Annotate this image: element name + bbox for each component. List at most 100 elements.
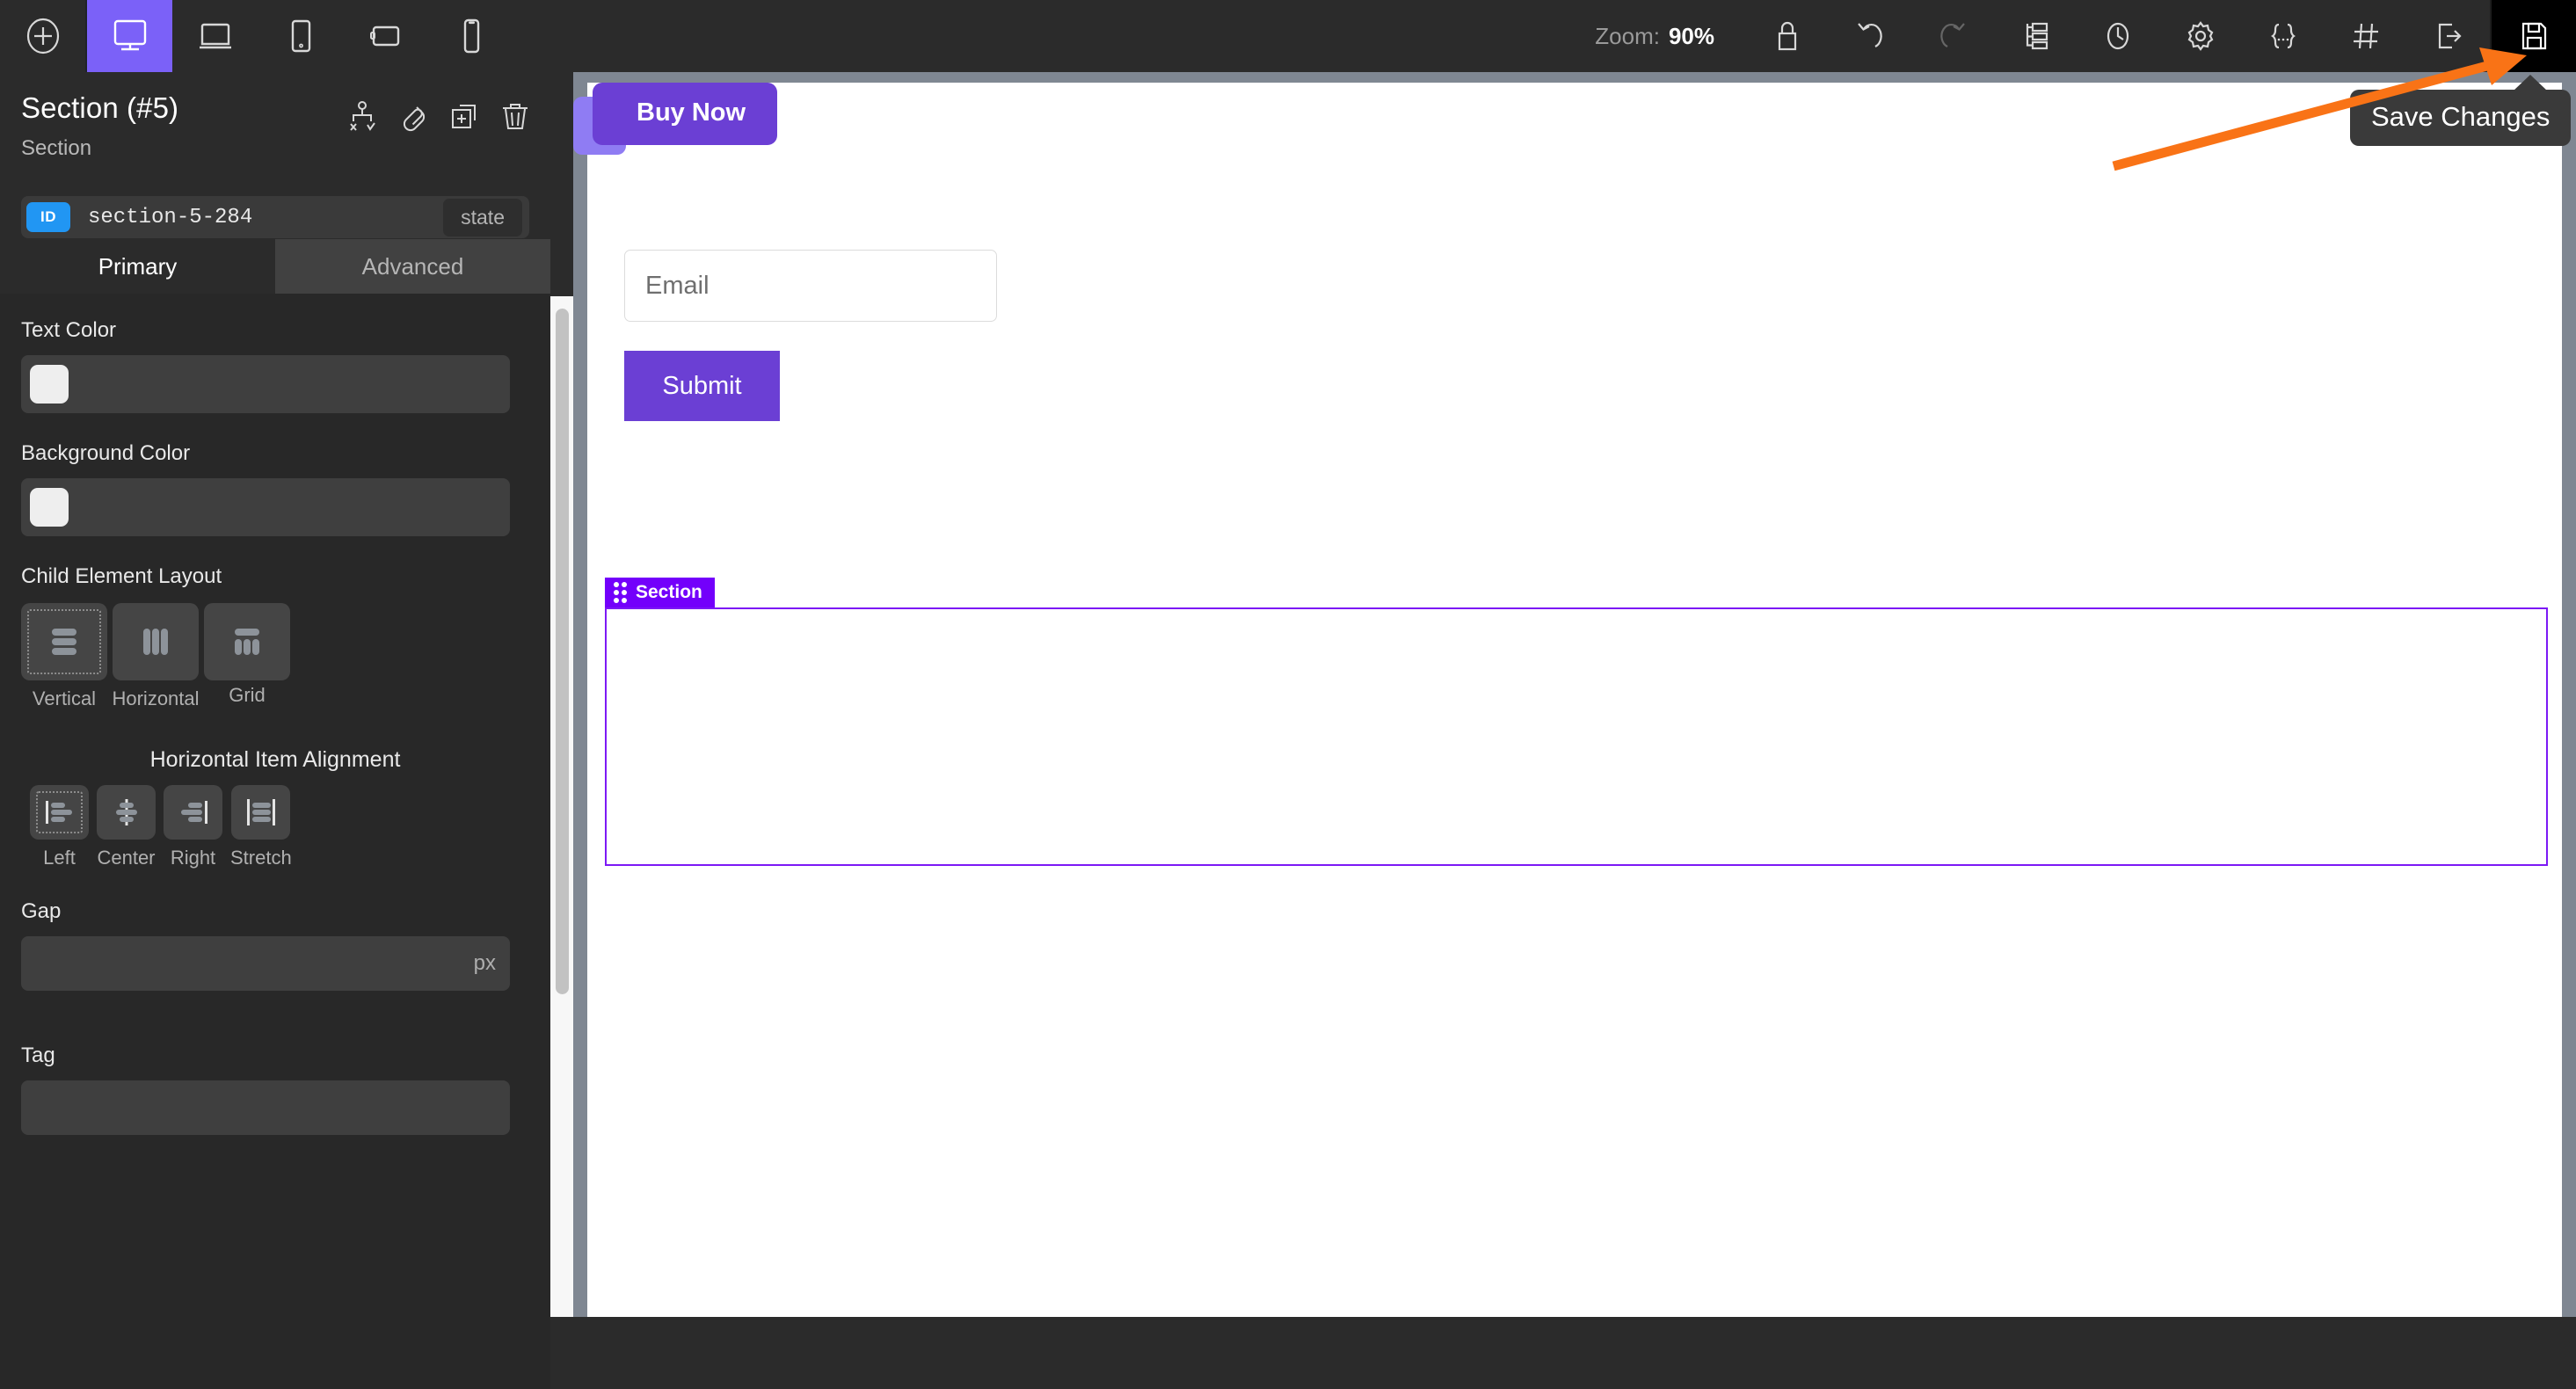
undo-button[interactable]	[1829, 0, 1911, 72]
background-color-field[interactable]	[21, 478, 510, 536]
toolbar-right-group: Zoom: 90%	[1595, 0, 2576, 72]
history-button[interactable]	[2077, 0, 2159, 72]
email-input[interactable]: Email	[624, 250, 997, 322]
layout-grid-box[interactable]	[204, 603, 290, 680]
redo-button[interactable]	[1911, 0, 1994, 72]
drag-handle-icon[interactable]	[614, 582, 627, 603]
toolbar-left-group	[0, 0, 513, 72]
lock-button[interactable]	[1746, 0, 1829, 72]
conditions-button[interactable]	[346, 100, 378, 132]
align-option-right[interactable]: Right	[164, 785, 222, 869]
align-left-icon	[45, 801, 72, 824]
section-badge[interactable]: Section	[605, 578, 715, 607]
undo-icon	[1858, 23, 1882, 47]
link-button[interactable]	[397, 100, 429, 132]
element-id-row[interactable]: ID section-5-284 state	[21, 196, 529, 238]
panel-content: Text Color Background Color Child Elemen…	[0, 294, 550, 1389]
delete-button[interactable]	[499, 100, 531, 132]
align-left-box[interactable]	[30, 785, 89, 840]
panel-header: Section (#5) Section ID section-5-284 st…	[0, 72, 550, 238]
align-center-box[interactable]	[97, 785, 156, 840]
background-color-label: Background Color	[21, 441, 191, 465]
settings-button[interactable]	[2159, 0, 2242, 72]
save-changes-tooltip: Save Changes	[2350, 75, 2572, 146]
align-stretch-box[interactable]	[231, 785, 291, 840]
layers-button[interactable]	[1994, 0, 2077, 72]
submit-button[interactable]: Submit	[624, 351, 780, 421]
code-braces-icon	[2271, 23, 2296, 49]
tooltip-label: Save Changes	[2371, 101, 2551, 132]
align-center-icon	[115, 799, 137, 825]
layout-horizontal-box[interactable]	[113, 603, 199, 680]
export-icon	[2438, 23, 2462, 49]
device-mobile-button[interactable]	[428, 0, 513, 72]
align-left-label: Left	[43, 847, 76, 869]
background-color-swatch[interactable]	[30, 488, 69, 527]
zoom-indicator[interactable]: Zoom: 90%	[1595, 23, 1746, 50]
save-button[interactable]	[2492, 0, 2576, 72]
align-option-center[interactable]: Center	[97, 785, 156, 869]
text-color-swatch[interactable]	[30, 365, 69, 404]
align-center-label: Center	[97, 847, 156, 869]
panel-tabs: Primary Advanced	[0, 239, 550, 294]
layout-vertical-box[interactable]	[21, 603, 107, 680]
layout-option-horizontal[interactable]: Horizontal	[112, 603, 200, 710]
align-stretch-label: Stretch	[230, 847, 292, 869]
selected-section-outline[interactable]	[605, 607, 2548, 866]
layout-option-vertical[interactable]: Vertical	[21, 603, 107, 710]
zoom-value: 90%	[1668, 22, 1714, 49]
duplicate-icon	[452, 105, 476, 128]
save-icon	[2521, 22, 2547, 50]
horizontal-alignment-label: Horizontal Item Alignment	[149, 747, 401, 772]
layout-grid-icon	[235, 629, 259, 655]
conditions-icon	[350, 101, 375, 131]
tab-advanced[interactable]: Advanced	[275, 239, 550, 294]
lock-icon	[1778, 21, 1797, 51]
panel-subtitle: Section	[21, 136, 92, 160]
panel-gutter	[573, 72, 587, 1317]
history-icon	[2107, 22, 2129, 50]
properties-panel: Section (#5) Section ID section-5-284 st…	[0, 72, 550, 1389]
tab-primary[interactable]: Primary	[0, 239, 275, 294]
layout-grid-label: Grid	[229, 684, 266, 706]
text-color-field[interactable]	[21, 355, 510, 413]
canvas-preview: Buy Now Email Submit Section	[573, 83, 2562, 1317]
element-id-value: section-5-284	[88, 205, 253, 229]
panel-scrollbar[interactable]	[550, 296, 573, 1317]
device-desktop-button[interactable]	[87, 0, 172, 72]
plus-circle-icon	[26, 18, 59, 55]
tablet-icon	[291, 19, 310, 53]
id-badge: ID	[26, 202, 70, 232]
desktop-icon	[113, 19, 146, 51]
horizontal-alignment-options: Left Center Right Stretch	[30, 785, 529, 869]
layout-vertical-label: Vertical	[32, 687, 97, 709]
zoom-label: Zoom:	[1595, 22, 1660, 49]
align-option-left[interactable]: Left	[30, 785, 89, 869]
add-element-button[interactable]	[0, 0, 85, 72]
settings-gear-icon	[2187, 21, 2214, 51]
device-tablet-button[interactable]	[258, 0, 343, 72]
layout-option-grid[interactable]: Grid	[204, 603, 290, 710]
top-toolbar: Zoom: 90%	[0, 0, 2576, 72]
align-right-icon	[180, 801, 207, 824]
panel-scrollbar-thumb[interactable]	[556, 309, 569, 994]
device-laptop-button[interactable]	[172, 0, 258, 72]
grid-button[interactable]	[2325, 0, 2407, 72]
code-button[interactable]	[2242, 0, 2325, 72]
panel-header-actions	[346, 100, 531, 132]
redo-icon	[1940, 23, 1965, 47]
tablet-landscape-icon	[369, 25, 399, 47]
export-button[interactable]	[2407, 0, 2490, 72]
align-option-stretch[interactable]: Stretch	[230, 785, 292, 869]
buy-now-button[interactable]: Buy Now	[593, 83, 778, 145]
mobile-icon	[463, 18, 479, 54]
align-right-box[interactable]	[164, 785, 222, 840]
duplicate-button[interactable]	[448, 100, 480, 132]
grid-icon	[2354, 23, 2378, 49]
device-tablet-landscape-button[interactable]	[343, 0, 428, 72]
gap-input[interactable]: px	[21, 936, 510, 991]
state-button[interactable]: state	[443, 198, 522, 236]
email-placeholder: Email	[645, 271, 709, 300]
child-layout-options: Vertical Horizontal Grid	[21, 603, 529, 710]
tag-input[interactable]	[21, 1080, 510, 1135]
